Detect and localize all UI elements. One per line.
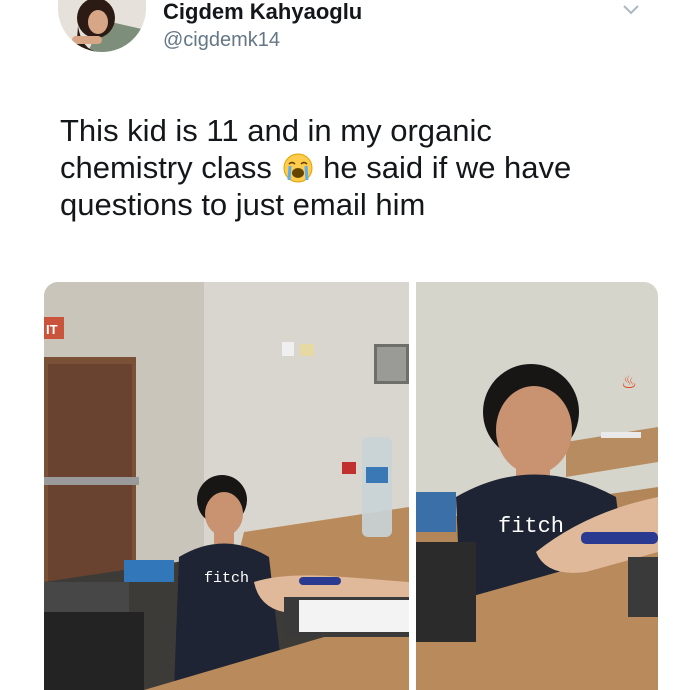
tweet-line-segment: chemistry class <box>60 150 272 185</box>
avatar[interactable] <box>58 0 146 52</box>
tweet-card: Cigdem Kahyaoglu @cigdemk14 This kid is … <box>0 0 700 690</box>
photo-classroom-wide[interactable]: IT fitch <box>44 282 409 690</box>
tweet-line-segment: he said if we have <box>323 150 572 185</box>
loudly-crying-face-icon <box>283 153 313 183</box>
exit-sign-text: IT <box>46 322 58 337</box>
shirt-text: fitch <box>498 514 564 539</box>
author-handle[interactable]: @cigdemk14 <box>163 29 280 51</box>
chevron-down-icon[interactable] <box>620 2 642 18</box>
tweet-line: This kid is 11 and in my organic <box>60 113 492 148</box>
tweet-media[interactable]: IT fitch ♨ fitch <box>44 282 658 690</box>
tweet-line: chemistry class he said if we have <box>60 149 660 186</box>
tweet-text: This kid is 11 and in my organic chemist… <box>60 112 660 223</box>
photo-classroom-closeup[interactable]: ♨ fitch <box>416 282 658 690</box>
author-name[interactable]: Cigdem Kahyaoglu <box>163 1 362 23</box>
hot-springs-icon: ♨ <box>621 372 637 393</box>
tweet-line: questions to just email him <box>60 187 426 222</box>
shirt-text: fitch <box>204 570 249 587</box>
